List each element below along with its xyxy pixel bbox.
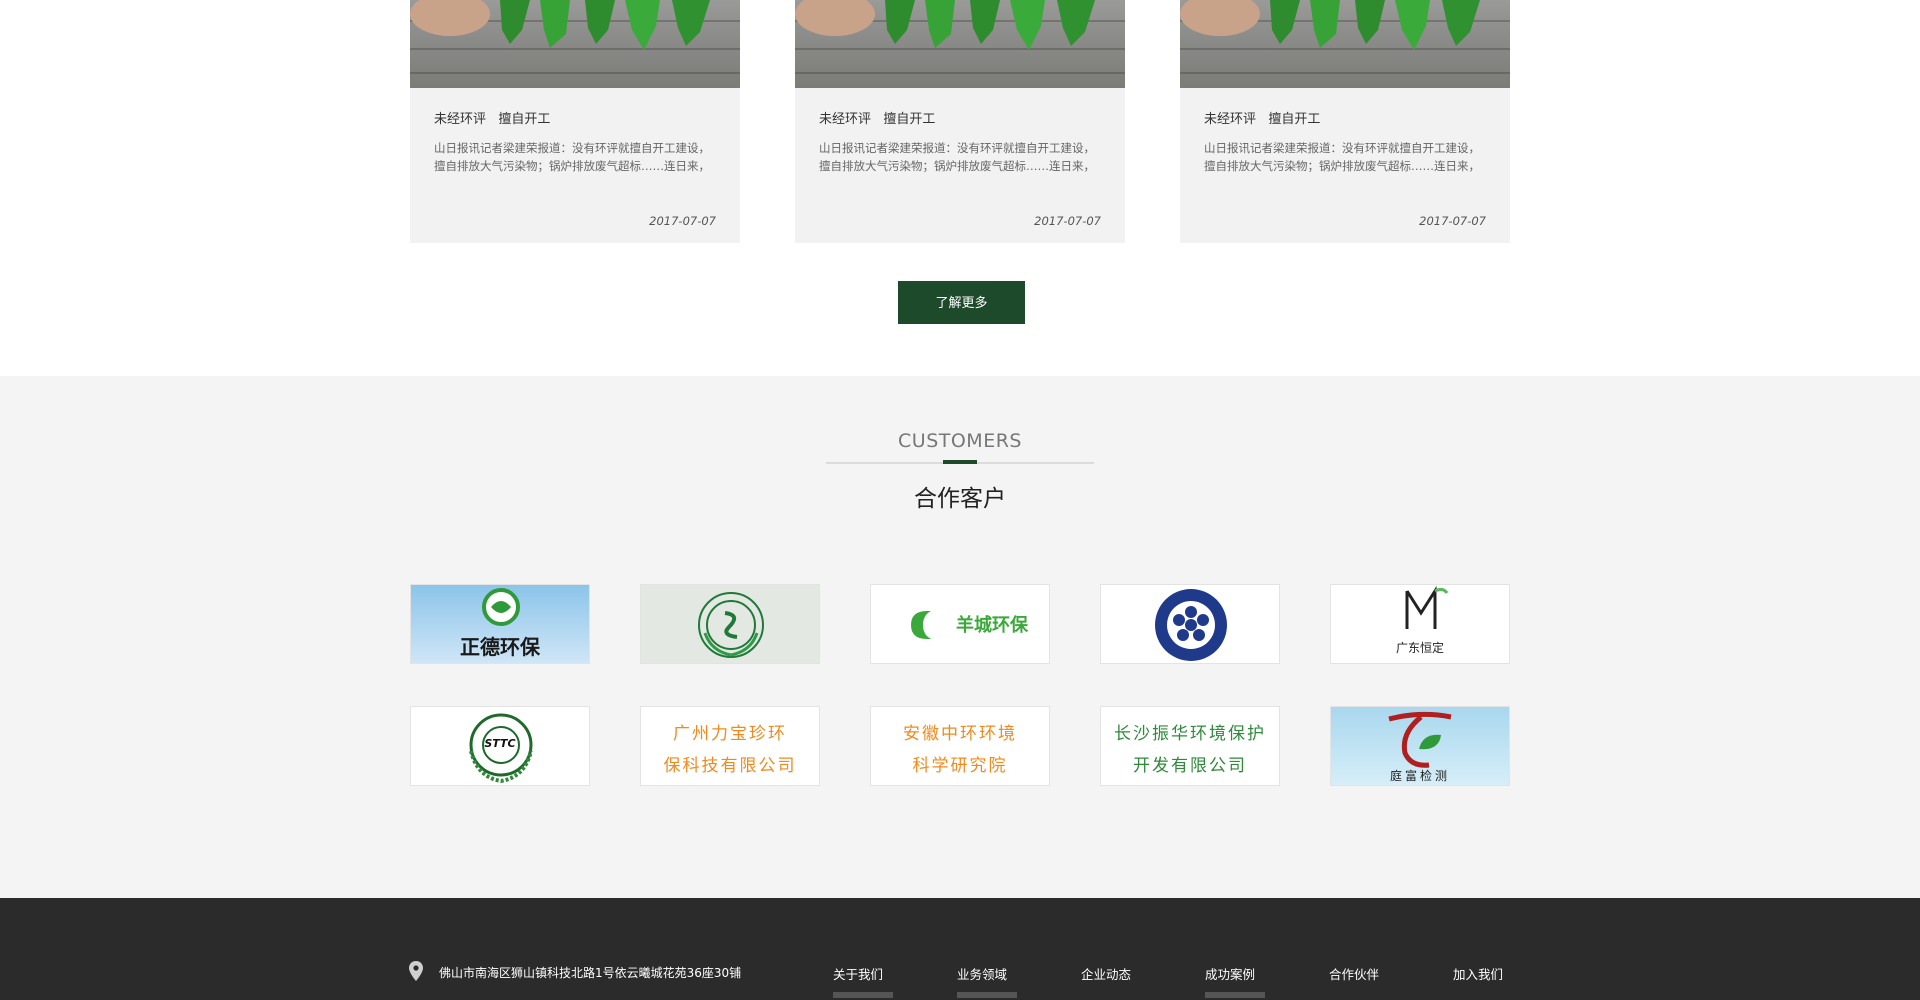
news-card-title[interactable]: 未经环评 擅自开工 [1204, 108, 1320, 127]
footer-subnav-cutoff [833, 992, 893, 998]
logo-text-line2: 保科技有限公司 [663, 756, 797, 776]
customer-logo-emblem[interactable] [640, 584, 820, 664]
emblem-icon [698, 592, 764, 658]
flower-emblem-icon [1155, 589, 1227, 661]
footer-nav-cases[interactable]: 成功案例 [1205, 964, 1255, 983]
news-cards-row: 未经环评 擅自开工 山日报讯记者梁建荣报道：没有环评就擅自开工建设，擅自排放大气… [0, 0, 1920, 324]
footer-subnav-cutoff [1205, 992, 1265, 998]
footer-subnav-cutoff [957, 992, 1017, 998]
news-card-date: 2017-07-07 [1419, 214, 1486, 228]
footer-nav-news[interactable]: 企业动态 [1081, 964, 1131, 983]
news-card[interactable]: 未经环评 擅自开工 山日报讯记者梁建荣报道：没有环评就擅自开工建设，擅自排放大气… [1180, 0, 1510, 243]
logo-text: 羊城环保 [956, 615, 1028, 636]
news-card-desc: 山日报讯记者梁建荣报道：没有环评就擅自开工建设，擅自排放大气污染物；锅炉排放废气… [434, 141, 710, 173]
customer-logo-changsha[interactable]: 长沙振华环境保护 开发有限公司 [1100, 706, 1280, 786]
customer-logo-sttc[interactable]: STTC [410, 706, 590, 786]
logo-text: STTC [484, 737, 516, 750]
footer-nav-partners[interactable]: 合作伙伴 [1329, 964, 1379, 983]
logo-text-line2: 开发有限公司 [1133, 756, 1247, 776]
news-card[interactable]: 未经环评 擅自开工 山日报讯记者梁建荣报道：没有环评就擅自开工建设，擅自排放大气… [795, 0, 1125, 243]
customer-logo-zhengde[interactable]: 正德环保 [410, 584, 590, 664]
logo-text-line1: 长沙振华环境保护 [1114, 724, 1266, 744]
customer-logo-anhui[interactable]: 安徽中环环境 科学研究院 [870, 706, 1050, 786]
news-card-title[interactable]: 未经环评 擅自开工 [434, 108, 550, 127]
customer-logo-libaozhen[interactable]: 广州力宝珍环 保科技有限公司 [640, 706, 820, 786]
news-card-date: 2017-07-07 [1034, 214, 1101, 228]
news-card-image[interactable] [410, 0, 740, 88]
news-card[interactable]: 未经环评 擅自开工 山日报讯记者梁建荣报道：没有环评就擅自开工建设，擅自排放大气… [410, 0, 740, 243]
customer-logo-academy[interactable] [1100, 584, 1280, 664]
news-card-image[interactable] [1180, 0, 1510, 88]
logo-text: 正德环保 [460, 635, 540, 659]
footer: 佛山市南海区狮山镇科技北路1号依云曦城花苑36座30铺 关于我们 业务领域 企业… [0, 898, 1920, 1000]
customer-logo-yangcheng[interactable]: 羊城环保 [870, 584, 1050, 664]
title-accent-bar [943, 460, 977, 464]
learn-more-button[interactable]: 了解更多 [898, 281, 1025, 324]
news-card-image[interactable] [795, 0, 1125, 88]
paper-people-image [410, 0, 710, 50]
logo-text-line1: 广州力宝珍环 [673, 724, 787, 744]
customer-logo-hengding[interactable]: 广东恒定 [1330, 584, 1510, 664]
customer-logo-tingfu[interactable]: 庭富检测 [1330, 706, 1510, 786]
section-title-en: CUSTOMERS [898, 430, 1022, 452]
section-title-cn: 合作客户 [914, 486, 1006, 512]
logo-text: 庭富检测 [1389, 769, 1450, 783]
footer-nav-about[interactable]: 关于我们 [833, 964, 883, 983]
customers-section: CUSTOMERS 合作客户 正德环保 羊城环保 广东恒定 STTC 广州力宝珍… [0, 376, 1920, 898]
news-card-date: 2017-07-07 [649, 214, 716, 228]
news-card-desc: 山日报讯记者梁建荣报道：没有环评就擅自开工建设，擅自排放大气污染物；锅炉排放废气… [819, 141, 1095, 173]
footer-nav-business[interactable]: 业务领域 [957, 964, 1007, 983]
footer-address: 佛山市南海区狮山镇科技北路1号依云曦城花苑36座30铺 [439, 966, 742, 980]
logo-text-line1: 安徽中环环境 [903, 724, 1017, 744]
logo-text-line2: 科学研究院 [912, 756, 1008, 776]
location-pin-icon [409, 961, 423, 981]
news-card-title[interactable]: 未经环评 擅自开工 [819, 108, 935, 127]
news-card-desc: 山日报讯记者梁建荣报道：没有环评就擅自开工建设，擅自排放大气污染物；锅炉排放废气… [1204, 141, 1480, 173]
footer-nav-join[interactable]: 加入我们 [1453, 964, 1503, 983]
logo-text: 广东恒定 [1395, 641, 1444, 655]
paper-people-image [795, 0, 1095, 50]
paper-people-image [1180, 0, 1480, 50]
